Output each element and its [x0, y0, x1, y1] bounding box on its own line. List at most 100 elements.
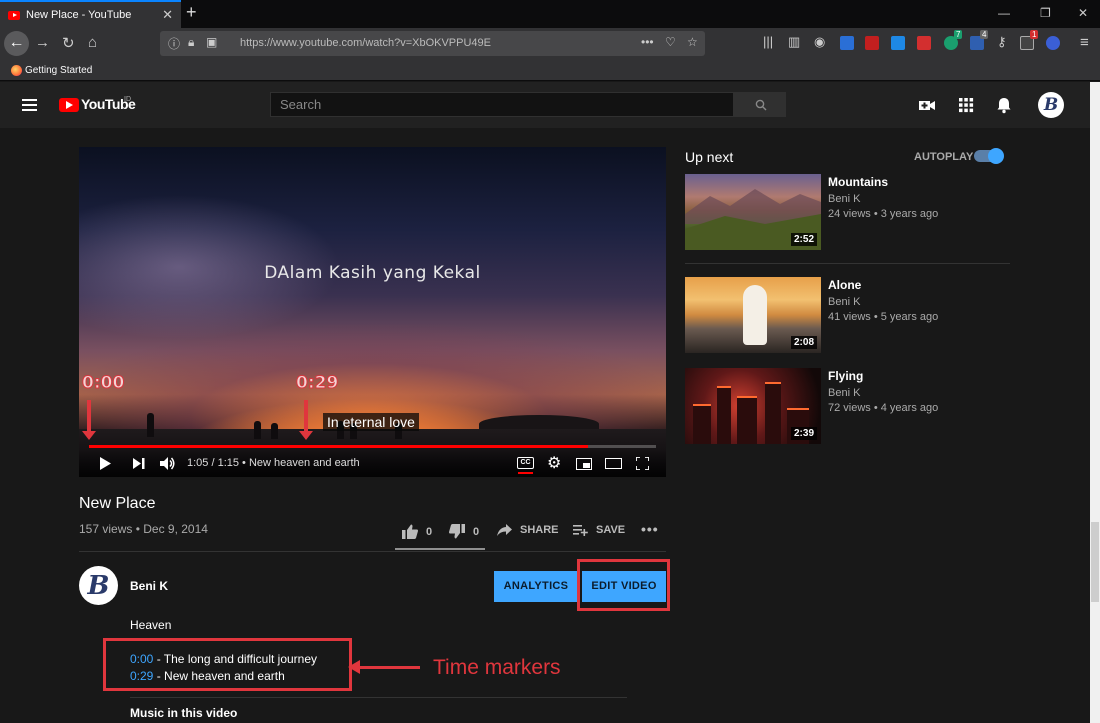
miniplayer-icon[interactable]: [576, 458, 592, 470]
video-title[interactable]: Flying: [828, 369, 863, 383]
browser-tab[interactable]: New Place - YouTube ✕: [0, 0, 181, 28]
divider: [130, 697, 627, 698]
notifications-bell-icon[interactable]: [995, 96, 1013, 114]
channel-name[interactable]: Beni K: [130, 579, 168, 593]
save-button[interactable]: SAVE: [573, 524, 625, 536]
video-player[interactable]: DAlam Kasih yang Kekal 0:00 0:29 In eter…: [79, 147, 666, 477]
pocket-icon[interactable]: ♡: [665, 35, 676, 49]
fullscreen-icon[interactable]: [636, 457, 649, 470]
reload-icon[interactable]: ↻: [62, 34, 75, 52]
captions-active-indicator: [518, 472, 533, 474]
next-icon[interactable]: [133, 458, 145, 469]
analytics-button[interactable]: ANALYTICS: [494, 571, 578, 602]
toggle-knob: [988, 148, 1004, 164]
annotation-time-start: 0:00: [81, 373, 125, 394]
annotation-box-edit-video: [577, 559, 670, 611]
autoplay-label: AUTOPLAY: [914, 151, 974, 163]
channel-name[interactable]: Beni K: [828, 296, 860, 308]
restore-button[interactable]: ❐: [1040, 6, 1051, 20]
up-next-video[interactable]: 2:08 Alone Beni K 41 views • 5 years ago: [685, 277, 1010, 355]
badge-red: 1: [1030, 30, 1039, 39]
video-title[interactable]: Alone: [828, 278, 861, 292]
youtube-header: YouTube ID B: [0, 82, 1090, 128]
search-button[interactable]: [734, 92, 786, 117]
video-meta: 157 views • Dec 9, 2014: [79, 522, 208, 536]
channel-avatar[interactable]: B: [79, 566, 118, 605]
apps-grid-icon[interactable]: [957, 96, 975, 114]
progress-fill: [89, 445, 588, 448]
theater-mode-icon[interactable]: [605, 458, 622, 469]
video-title[interactable]: Mountains: [828, 175, 888, 189]
share-button[interactable]: SHARE: [497, 524, 559, 536]
home-icon[interactable]: ⌂: [88, 34, 97, 51]
library-icon[interactable]: |||: [763, 34, 773, 49]
like-count: 0: [426, 525, 433, 538]
key-icon[interactable]: ⚷: [997, 34, 1007, 50]
bookmark-getting-started[interactable]: Getting Started: [25, 65, 92, 76]
video-thumbnail[interactable]: 2:39: [685, 368, 821, 444]
youtube-logo-icon[interactable]: [59, 98, 79, 112]
pdf-extension-icon[interactable]: [865, 36, 879, 50]
scrollbar-thumb[interactable]: [1091, 522, 1099, 602]
s-extension-icon[interactable]: [891, 36, 905, 50]
page-scrollbar[interactable]: [1090, 82, 1100, 723]
lock-icon: 🔒︎: [188, 35, 195, 49]
dog-silhouette: [743, 285, 767, 345]
channel-name[interactable]: Beni K: [828, 387, 860, 399]
annotation-callout-text: Time markers: [433, 656, 561, 679]
player-controls: 1:05 / 1:15 • New heaven and earth CC ⚙: [79, 449, 666, 477]
info-icon[interactable]: ⓘ: [168, 35, 180, 52]
minimize-button[interactable]: —: [998, 6, 1010, 20]
new-tab-button[interactable]: +: [186, 2, 197, 23]
dislike-button[interactable]: 0: [449, 524, 479, 539]
forward-icon[interactable]: →: [35, 34, 50, 51]
back-button[interactable]: ←: [4, 31, 29, 56]
extension-icon[interactable]: [840, 36, 854, 50]
settings-gear-icon[interactable]: ⚙: [547, 453, 561, 473]
channel-name[interactable]: Beni K: [828, 193, 860, 205]
account-icon[interactable]: ◉: [814, 34, 825, 50]
annotation-arrow-start: [82, 400, 96, 440]
user-avatar[interactable]: B: [1038, 92, 1064, 118]
building-shape: [717, 386, 731, 444]
progress-bar[interactable]: [89, 445, 656, 448]
annotation-time-mid: 0:29: [295, 373, 339, 394]
autoplay-toggle[interactable]: [974, 148, 1004, 164]
up-next-video[interactable]: 2:39 Flying Beni K 72 views • 4 years ag…: [685, 368, 1010, 446]
silhouette: [147, 413, 154, 437]
bookmark-star-icon[interactable]: ☆: [687, 35, 698, 49]
circle-extension-icon[interactable]: [1046, 36, 1060, 50]
guide-menu-icon[interactable]: [22, 99, 37, 111]
search-input[interactable]: [270, 92, 734, 117]
play-icon[interactable]: [99, 457, 111, 470]
video-thumbnail[interactable]: 2:08: [685, 277, 821, 353]
bookmarks-bar: Getting Started: [0, 60, 1100, 81]
sidebar-icon[interactable]: ▥: [788, 34, 800, 50]
address-bar[interactable]: ⓘ 🔒︎ ▣ https://www.youtube.com/watch?v=X…: [160, 31, 705, 56]
hamburger-menu-icon[interactable]: ≡: [1080, 34, 1089, 51]
up-next-video[interactable]: 2:52 Mountains Beni K 24 views • 3 years…: [685, 174, 1010, 252]
duration-badge: 2:52: [790, 233, 817, 246]
permissions-icon[interactable]: ▣: [206, 35, 217, 49]
close-window-button[interactable]: ✕: [1078, 6, 1088, 20]
tab-close-icon[interactable]: ✕: [162, 7, 173, 23]
video-meta: 72 views • 4 years ago: [828, 402, 939, 414]
firefox-icon: [11, 65, 22, 76]
volume-icon[interactable]: [160, 457, 176, 470]
silhouette: [254, 421, 261, 439]
thumbs-up-icon: [402, 524, 418, 539]
page-actions-icon[interactable]: •••: [641, 35, 654, 49]
a-extension-icon[interactable]: [917, 36, 931, 50]
captions-icon[interactable]: CC: [517, 457, 534, 469]
video-meta: 41 views • 5 years ago: [828, 311, 939, 323]
more-actions-icon[interactable]: •••: [641, 521, 659, 537]
like-button[interactable]: 0: [402, 524, 432, 539]
browser-tab-bar: New Place - YouTube ✕ + — ❐ ✕: [0, 0, 1100, 28]
url-text[interactable]: https://www.youtube.com/watch?v=XbOKVPPU…: [240, 37, 491, 49]
video-thumbnail[interactable]: 2:52: [685, 174, 821, 250]
up-next-heading: Up next: [685, 149, 734, 165]
description-heading: Heaven: [130, 618, 172, 632]
divider: [685, 263, 1010, 264]
create-video-icon[interactable]: [918, 96, 936, 114]
browser-nav-bar: ← → ↻ ⌂ ⓘ 🔒︎ ▣ https://www.youtube.com/w…: [0, 28, 1100, 60]
